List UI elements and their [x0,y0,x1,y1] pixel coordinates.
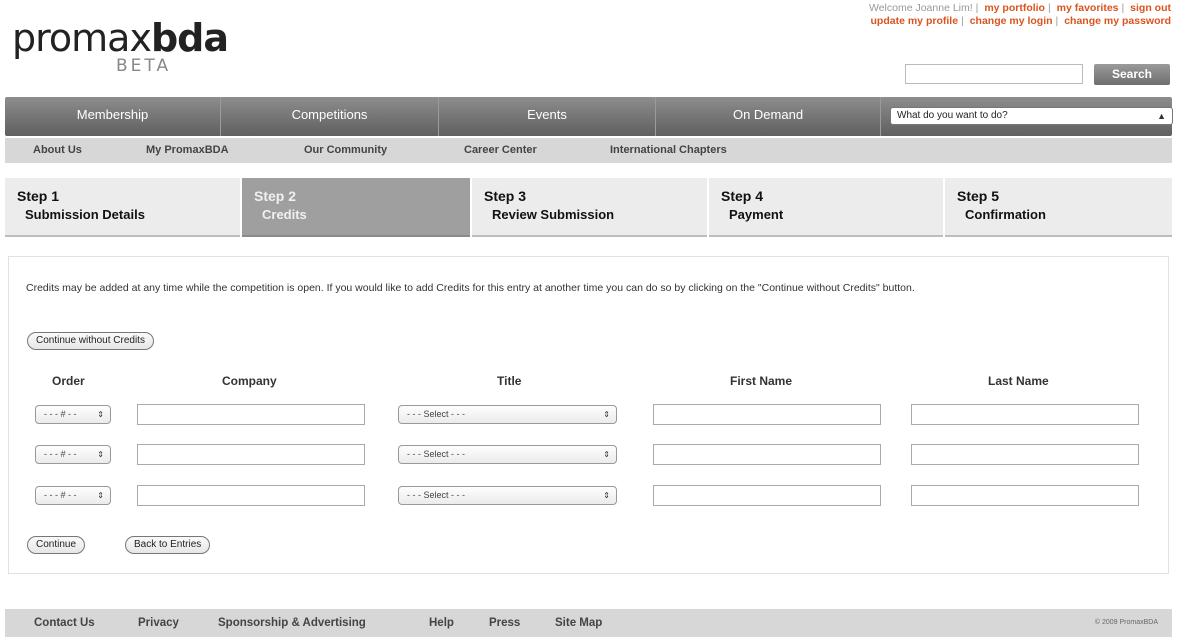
search-button[interactable]: Search [1094,64,1170,85]
last-name-input[interactable] [911,444,1139,465]
step-2-number: Step 2 [254,188,297,204]
step-1-title: Submission Details [25,207,145,222]
promaxbda-logo[interactable]: promaxbda BETA [12,16,229,76]
column-title: Title [497,374,522,388]
subnav-my-promaxbda[interactable]: My PromaxBDA [146,144,229,156]
order-select-value: - - - # - - [44,409,77,419]
select-arrows-icon: ⇕ [97,410,104,419]
footer-privacy[interactable]: Privacy [138,617,179,629]
column-company: Company [222,374,277,388]
what-do-you-want-value: What do you want to do? [897,110,1008,121]
subnav-about-us[interactable]: About Us [33,144,82,156]
logo-beta-label: BETA [116,56,172,76]
step-1-number: Step 1 [17,188,60,204]
continue-without-credits-button[interactable]: Continue without Credits [27,332,154,350]
main-navigation: Membership Competitions Events On Demand… [5,97,1173,136]
welcome-text: Welcome Joanne Lim! [868,2,973,14]
step-4-number: Step 4 [721,188,764,204]
nav-events[interactable]: Events [439,97,656,136]
change-login-link[interactable]: change my login [970,15,1053,27]
title-select[interactable]: - - - Select - - - ⇕ [398,486,617,505]
order-select[interactable]: - - - # - - ⇕ [35,445,111,464]
company-input[interactable] [137,485,365,506]
nav-competitions[interactable]: Competitions [221,97,439,136]
order-select[interactable]: - - - # - - ⇕ [35,405,111,424]
last-name-input[interactable] [911,404,1139,425]
select-arrows-icon: ⇕ [603,410,610,419]
change-password-link[interactable]: change my password [1064,15,1171,27]
nav-membership[interactable]: Membership [5,97,221,136]
title-select-value: - - - Select - - - [407,449,465,459]
first-name-input[interactable] [653,485,881,506]
progress-steps: Step 1 Submission Details Step 2 Credits… [5,178,1172,237]
select-arrows-icon: ▲ [1157,111,1166,121]
select-arrows-icon: ⇕ [97,491,104,500]
credits-intro-text: Credits may be added at any time while t… [26,282,915,294]
footer-help[interactable]: Help [429,617,454,629]
order-select-value: - - - # - - [44,490,77,500]
title-select[interactable]: - - - Select - - - ⇕ [398,405,617,424]
sub-navigation: About Us My PromaxBDA Our Community Care… [5,138,1172,163]
user-account-links: Welcome Joanne Lim! | my portfolio | my fa… [868,2,1171,27]
step-5: Step 5 Confirmation [945,178,1172,237]
logo-wordmark: promaxbda [12,16,229,60]
last-name-input[interactable] [911,485,1139,506]
my-favorites-link[interactable]: my favorites [1057,2,1119,14]
step-5-title: Confirmation [965,207,1046,222]
footer-contact-us[interactable]: Contact Us [34,617,95,629]
my-portfolio-link[interactable]: my portfolio [984,2,1045,14]
back-to-entries-button[interactable]: Back to Entries [125,536,211,554]
column-first-name: First Name [730,374,793,388]
copyright-text: © 2009 PromaxBDA [1094,619,1158,626]
first-name-input[interactable] [653,444,881,465]
order-select-value: - - - # - - [44,449,77,459]
title-select[interactable]: - - - Select - - - ⇕ [398,445,617,464]
footer-site-map[interactable]: Site Map [555,617,602,629]
subnav-our-community[interactable]: Our Community [304,144,387,156]
step-4-title: Payment [729,207,784,222]
step-3-title: Review Submission [492,207,615,222]
sign-out-link[interactable]: sign out [1130,2,1171,14]
title-select-value: - - - Select - - - [407,409,465,419]
select-arrows-icon: ⇕ [97,450,104,459]
column-order: Order [52,374,85,388]
title-select-value: - - - Select - - - [407,490,465,500]
footer: Contact Us Privacy Sponsorship & Adverti… [5,609,1172,637]
select-arrows-icon: ⇕ [603,450,610,459]
select-arrows-icon: ⇕ [603,491,610,500]
first-name-input[interactable] [653,404,881,425]
subnav-career-center[interactable]: Career Center [464,144,537,156]
step-5-number: Step 5 [957,188,1000,204]
update-profile-link[interactable]: update my profile [871,15,959,27]
nav-on-demand[interactable]: On Demand [656,97,881,136]
footer-press[interactable]: Press [489,617,520,629]
step-2: Step 2 Credits [242,178,470,237]
step-1: Step 1 Submission Details [5,178,240,237]
step-4: Step 4 Payment [709,178,943,237]
company-input[interactable] [137,444,365,465]
step-2-title: Credits [262,207,307,222]
what-do-you-want-select[interactable]: What do you want to do? ▲ [890,107,1173,125]
footer-sponsorship[interactable]: Sponsorship & Advertising [218,617,366,629]
order-select[interactable]: - - - # - - ⇕ [35,486,111,505]
column-last-name: Last Name [988,374,1049,388]
continue-button[interactable]: Continue [27,536,86,554]
step-3: Step 3 Review Submission [472,178,707,237]
company-input[interactable] [137,404,365,425]
search-input[interactable] [905,64,1083,84]
subnav-international-chapters[interactable]: International Chapters [610,144,727,156]
credits-panel: Credits may be added at any time while t… [8,256,1169,574]
step-3-number: Step 3 [484,188,527,204]
